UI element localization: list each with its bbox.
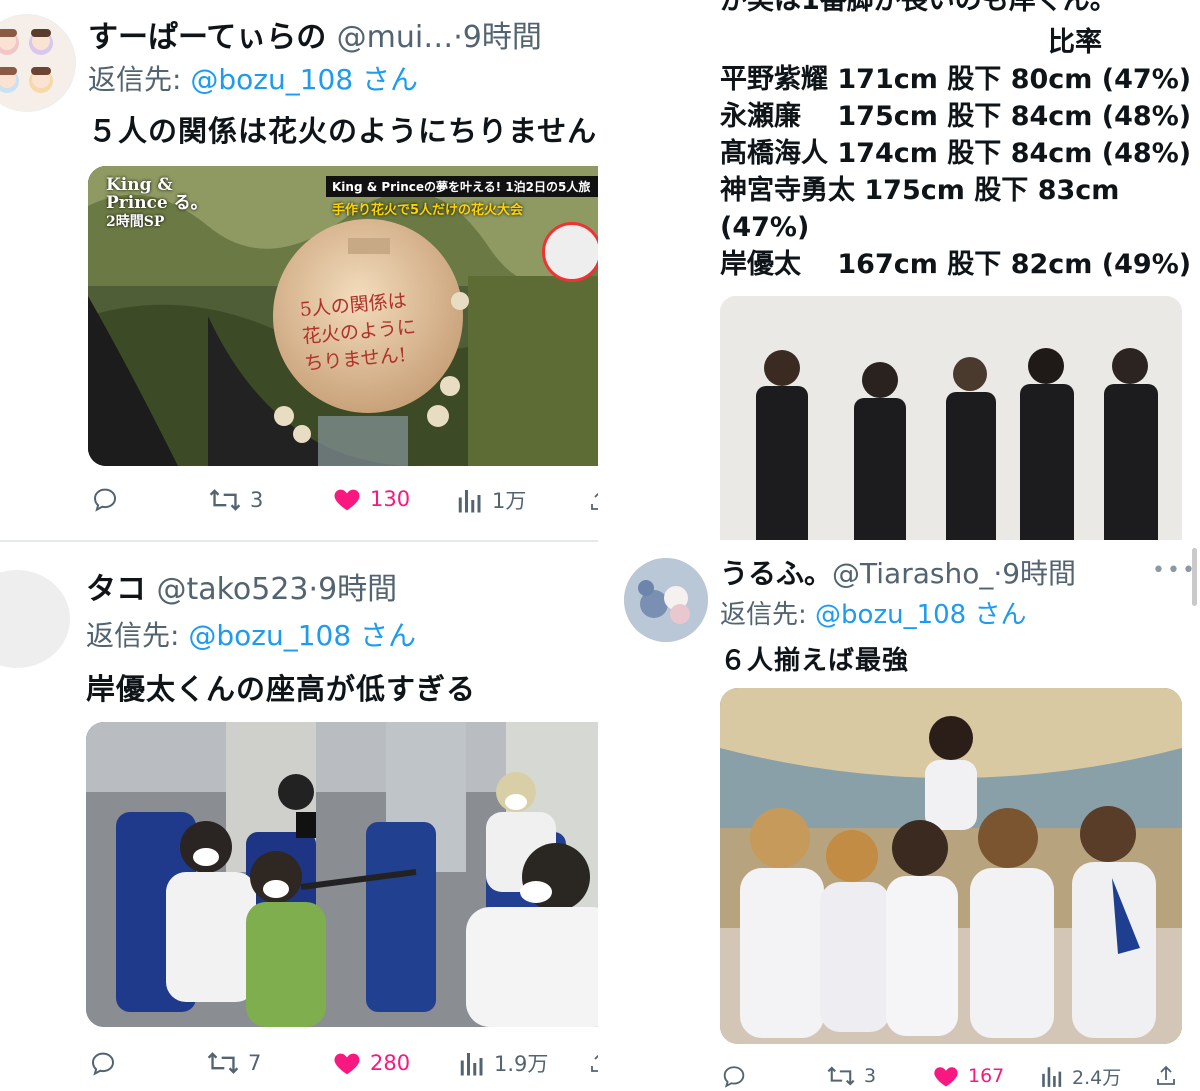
- display-name[interactable]: すーぱーてぃらの: [88, 20, 326, 55]
- tweet-header: タコ @tako523·9時間: [86, 564, 397, 608]
- reply-button[interactable]: [88, 1048, 126, 1078]
- reply-prefix: 返信先:: [86, 619, 189, 652]
- tweet-header: すーぱーてぃらの @mui…·9時間: [88, 12, 542, 56]
- share-icon: [591, 492, 598, 510]
- retweet-button[interactable]: 3: [826, 1062, 876, 1090]
- tweet-image[interactable]: King & Prince る。 2時間SP King & Princeの夢を叶…: [88, 166, 598, 466]
- reply-icon: [93, 488, 117, 512]
- wipe-circle: [542, 222, 598, 282]
- height-post: が実は1番脚が長いのも岸くん。 比率 平野紫耀 171cm 股下 80cm (4…: [616, 0, 1200, 540]
- reply-mention[interactable]: @bozu_108 さん: [190, 63, 418, 96]
- scrollbar[interactable]: [1192, 548, 1197, 606]
- reply-mention[interactable]: @bozu_108 さん: [188, 619, 416, 652]
- heart-icon: [334, 1053, 360, 1075]
- share-button[interactable]: [1154, 1062, 1178, 1090]
- group-photo: [720, 296, 1182, 540]
- height-row: 平野紫耀 171cm 股下 80cm (47%): [720, 64, 1192, 95]
- avatar[interactable]: [624, 558, 708, 642]
- tweet-header: うるふ。@Tiarasho_·9時間: [720, 552, 1076, 592]
- tweet-image[interactable]: [86, 722, 598, 1027]
- tweet-image[interactable]: [720, 688, 1182, 1044]
- reply-prefix: 返信先:: [88, 63, 191, 96]
- reply-button[interactable]: [90, 484, 128, 514]
- heart-icon: [334, 489, 360, 511]
- post-image[interactable]: [720, 296, 1182, 540]
- timestamp[interactable]: ·9時間: [309, 572, 398, 607]
- views-button[interactable]: 2.4万: [1040, 1062, 1121, 1090]
- display-name[interactable]: タコ: [86, 572, 146, 607]
- share-button[interactable]: [588, 1048, 598, 1078]
- height-row: 岸優太 167cm 股下 82cm (49%): [720, 249, 1192, 280]
- views-icon: [460, 1053, 483, 1076]
- handle[interactable]: @mui…: [337, 20, 454, 55]
- avatar[interactable]: [0, 570, 70, 668]
- views-button[interactable]: 1.9万: [458, 1048, 548, 1078]
- tweet-text: 岸優太くんの座高が低すぎる: [86, 672, 477, 706]
- more-icon[interactable]: •••: [1152, 558, 1197, 583]
- program-logo: King & Prince る。 2時間SP: [106, 175, 208, 230]
- share-icon: [1157, 1065, 1175, 1085]
- height-row: 神宮寺勇太 175cm 股下 83cm: [720, 175, 1120, 206]
- reply-icon: [723, 1066, 745, 1088]
- height-row: (47%): [720, 212, 810, 243]
- column-gap: [598, 0, 616, 1091]
- height-row: 永瀬廉 175cm 股下 84cm (48%): [720, 101, 1192, 132]
- height-row: 髙橋海人 174cm 股下 84cm (48%): [720, 138, 1192, 169]
- tweet-card-1[interactable]: すーぱーてぃらの @mui…·9時間 返信先: @bozu_108 さん ５人の…: [0, 0, 598, 540]
- retweet-button[interactable]: 7: [206, 1048, 261, 1078]
- tweet-text: ６人揃えば最強: [720, 646, 910, 676]
- share-button[interactable]: [588, 486, 598, 516]
- cut-line: が実は1番脚が長いのも岸くん。: [720, 0, 1117, 16]
- reply-mention[interactable]: @bozu_108 さん: [815, 600, 1026, 630]
- tweet-card-3[interactable]: うるふ。@Tiarasho_·9時間 ••• 返信先: @bozu_108 さん…: [616, 540, 1200, 1091]
- handle[interactable]: @tako523: [156, 572, 308, 607]
- retweet-icon: [207, 1052, 239, 1074]
- heart-icon: [934, 1067, 958, 1087]
- ratio-header: 比率: [1048, 27, 1102, 58]
- reply-button[interactable]: [720, 1062, 756, 1090]
- height-table: 平野紫耀 171cm 股下 80cm (47%) 永瀬廉 175cm 股下 84…: [720, 61, 1191, 283]
- tweet-card-2[interactable]: タコ @tako523·9時間 返信先: @bozu_108 さん 岸優太くんの…: [0, 542, 598, 1091]
- avatar[interactable]: [0, 14, 76, 112]
- views-icon: [1042, 1067, 1062, 1087]
- program-headline: King & Princeの夢を叶える! 1泊2日の5人旅 手作り花火で5人だけ…: [326, 176, 598, 220]
- views-button[interactable]: 1万: [456, 485, 526, 515]
- like-button[interactable]: 167: [932, 1062, 1004, 1090]
- retweet-icon: [827, 1066, 855, 1086]
- reply-prefix: 返信先:: [720, 600, 816, 630]
- reply-context: 返信先: @bozu_108 さん: [88, 58, 418, 98]
- reply-context: 返信先: @bozu_108 さん: [720, 594, 1026, 631]
- reply-context: 返信先: @bozu_108 さん: [86, 614, 416, 654]
- timestamp[interactable]: ·9時間: [993, 557, 1076, 590]
- share-icon: [591, 1054, 598, 1072]
- tweet-text: ５人の関係は花火のようにちりません: [88, 114, 598, 148]
- views-icon: [458, 490, 481, 513]
- handle[interactable]: @Tiarasho_: [832, 557, 993, 590]
- like-button[interactable]: 130: [332, 484, 410, 514]
- retweet-button[interactable]: 3: [208, 485, 263, 515]
- reply-icon: [91, 1052, 115, 1076]
- tweet-image-art: [86, 722, 598, 1027]
- like-button[interactable]: 280: [332, 1048, 410, 1078]
- timestamp[interactable]: ·9時間: [453, 20, 542, 55]
- retweet-icon: [209, 489, 241, 511]
- handwriting: 5人の関係は 花火のように ちりません!: [298, 289, 417, 375]
- group-photo: [720, 688, 1182, 1044]
- display-name[interactable]: うるふ。: [720, 557, 832, 590]
